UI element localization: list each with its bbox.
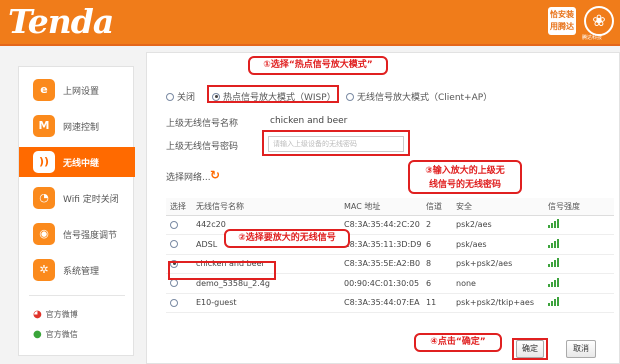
row-channel: 11 bbox=[422, 293, 452, 313]
weibo-icon: ◕ bbox=[33, 309, 42, 320]
row-channel: 6 bbox=[422, 234, 452, 255]
ie-globe-icon: e bbox=[33, 79, 55, 101]
signal-bars-icon bbox=[548, 258, 559, 268]
tenda-logo[interactable]: Tenda bbox=[8, 3, 114, 41]
emblem-icon: ❀ bbox=[584, 6, 614, 36]
upstream-password-label: 上级无线信号密码 bbox=[166, 142, 239, 152]
col-select: 选择 bbox=[166, 198, 192, 216]
row-select-radio[interactable] bbox=[170, 240, 178, 249]
ssid-highlight-box bbox=[168, 261, 276, 280]
wisp-highlight-box bbox=[207, 85, 339, 103]
sidebar-divider bbox=[29, 295, 125, 296]
sidebar-item-signal-strength[interactable]: ◉ 信号强度调节 bbox=[19, 219, 135, 249]
top-header: Tenda 恰安装 用腾达 ❀ 腾达科技 bbox=[0, 0, 620, 44]
step1-callout: ①选择“热点信号放大模式” bbox=[248, 56, 388, 75]
mode-client-ap-label: 无线信号放大模式（Client+AP） bbox=[357, 93, 493, 103]
sidebar-item-system-management[interactable]: ✲ 系统管理 bbox=[19, 255, 135, 285]
sidebar-item-label: 系统管理 bbox=[63, 266, 100, 277]
col-channel: 信道 bbox=[422, 198, 452, 216]
easy-install-badge: 恰安装 用腾达 bbox=[548, 7, 576, 35]
signal-bars-icon bbox=[548, 219, 559, 229]
row-mac: C8:3A:35:5E:A2:B0 bbox=[340, 254, 422, 274]
row-channel: 2 bbox=[422, 215, 452, 235]
gear-icon: ✲ bbox=[33, 259, 55, 281]
col-ssid: 无线信号名称 bbox=[192, 198, 340, 216]
row-mac: C8:3A:35:44:2C:20 bbox=[340, 215, 422, 235]
weibo-label: 官方微博 bbox=[45, 310, 78, 319]
row-channel: 6 bbox=[422, 273, 452, 294]
ok-button[interactable]: 确定 bbox=[516, 340, 544, 358]
table-header-row: 选择 无线信号名称 MAC 地址 信道 安全 信号强度 bbox=[166, 198, 614, 216]
table-row[interactable]: E10-guest C8:3A:35:44:07:EA 11 psk+psk2/… bbox=[166, 293, 614, 313]
row-security: psk+psk2/tkip+aes bbox=[452, 293, 544, 313]
sidebar-item-label: 上网设置 bbox=[63, 86, 100, 97]
step3-line1: ③输入放大的上级无 bbox=[425, 166, 505, 176]
row-security: none bbox=[452, 273, 544, 294]
header-divider bbox=[0, 44, 620, 46]
step3-callout: ③输入放大的上级无 线信号的无线密码 bbox=[408, 160, 522, 194]
wifi-icon: )) bbox=[33, 151, 55, 173]
signal-bars-icon bbox=[548, 238, 559, 248]
signal-bars-icon bbox=[548, 297, 559, 307]
sidebar-item-label: Wifi 定时关闭 bbox=[63, 194, 119, 205]
mode-client-ap-option[interactable]: 无线信号放大模式（Client+AP） bbox=[346, 90, 492, 103]
row-channel: 8 bbox=[422, 254, 452, 274]
sidebar-item-internet-setup[interactable]: e 上网设置 bbox=[19, 75, 135, 105]
row-security: psk+psk2/aes bbox=[452, 254, 544, 274]
wifi-network-table: 选择 无线信号名称 MAC 地址 信道 安全 信号强度 442c20 C8:3A… bbox=[166, 198, 614, 313]
emblem-caption: 腾达科技 bbox=[582, 35, 603, 41]
row-mac: C8:3A:35:11:3D:D9 bbox=[340, 234, 422, 255]
clock-icon: ◔ bbox=[33, 187, 55, 209]
badge-text: 恰安装 用腾达 bbox=[550, 10, 574, 31]
mode-off-radio[interactable] bbox=[166, 92, 174, 101]
sidebar: e 上网设置 M 网速控制 )) 无线中继 ◔ Wifi 定时关闭 ◉ 信号强度… bbox=[18, 66, 135, 356]
official-weibo-link[interactable]: ◕ 官方微博 bbox=[33, 309, 78, 320]
col-security: 安全 bbox=[452, 198, 544, 216]
col-signal: 信号强度 bbox=[544, 198, 614, 216]
step2-callout: ②选择要放大的无线信号 bbox=[224, 229, 350, 248]
refresh-icon[interactable]: ↻ bbox=[210, 168, 220, 182]
row-mac: 00:90:4C:01:30:05 bbox=[340, 273, 422, 294]
signal-bars-icon bbox=[548, 277, 559, 287]
official-wechat-link[interactable]: ● 官方微信 bbox=[33, 329, 78, 340]
row-security: psk/aes bbox=[452, 234, 544, 255]
row-select-radio[interactable] bbox=[170, 279, 178, 288]
mode-off-label: 关闭 bbox=[177, 93, 196, 103]
sidebar-item-wifi-timer[interactable]: ◔ Wifi 定时关闭 bbox=[19, 183, 135, 213]
mode-client-ap-radio[interactable] bbox=[346, 92, 354, 101]
signal-icon: ◉ bbox=[33, 223, 55, 245]
row-mac: C8:3A:35:44:07:EA bbox=[340, 293, 422, 313]
upstream-ssid-value: chicken and beer bbox=[270, 116, 348, 126]
step3-line2: 线信号的无线密码 bbox=[428, 180, 501, 190]
sidebar-item-label: 无线中继 bbox=[63, 158, 100, 169]
sidebar-item-label: 信号强度调节 bbox=[63, 230, 118, 241]
cancel-button[interactable]: 取消 bbox=[566, 340, 596, 358]
step4-callout: ④点击“确定” bbox=[414, 333, 502, 352]
sidebar-item-label: 网速控制 bbox=[63, 122, 100, 133]
sidebar-item-speed-control[interactable]: M 网速控制 bbox=[19, 111, 135, 141]
row-select-radio[interactable] bbox=[170, 298, 178, 307]
wechat-label: 官方微信 bbox=[45, 330, 78, 339]
select-network-label: 选择网络... bbox=[166, 173, 211, 183]
upstream-ssid-label: 上级无线信号名称 bbox=[166, 119, 239, 129]
sidebar-item-wireless-repeat[interactable]: )) 无线中继 bbox=[19, 147, 135, 177]
row-ssid: E10-guest bbox=[192, 293, 340, 313]
wechat-icon: ● bbox=[33, 329, 42, 340]
mode-off-option[interactable]: 关闭 bbox=[166, 90, 195, 103]
password-highlight-box bbox=[262, 130, 410, 156]
col-mac: MAC 地址 bbox=[340, 198, 422, 216]
speed-wave-icon: M bbox=[33, 115, 55, 137]
row-select-radio[interactable] bbox=[170, 220, 178, 229]
row-security: psk2/aes bbox=[452, 215, 544, 235]
